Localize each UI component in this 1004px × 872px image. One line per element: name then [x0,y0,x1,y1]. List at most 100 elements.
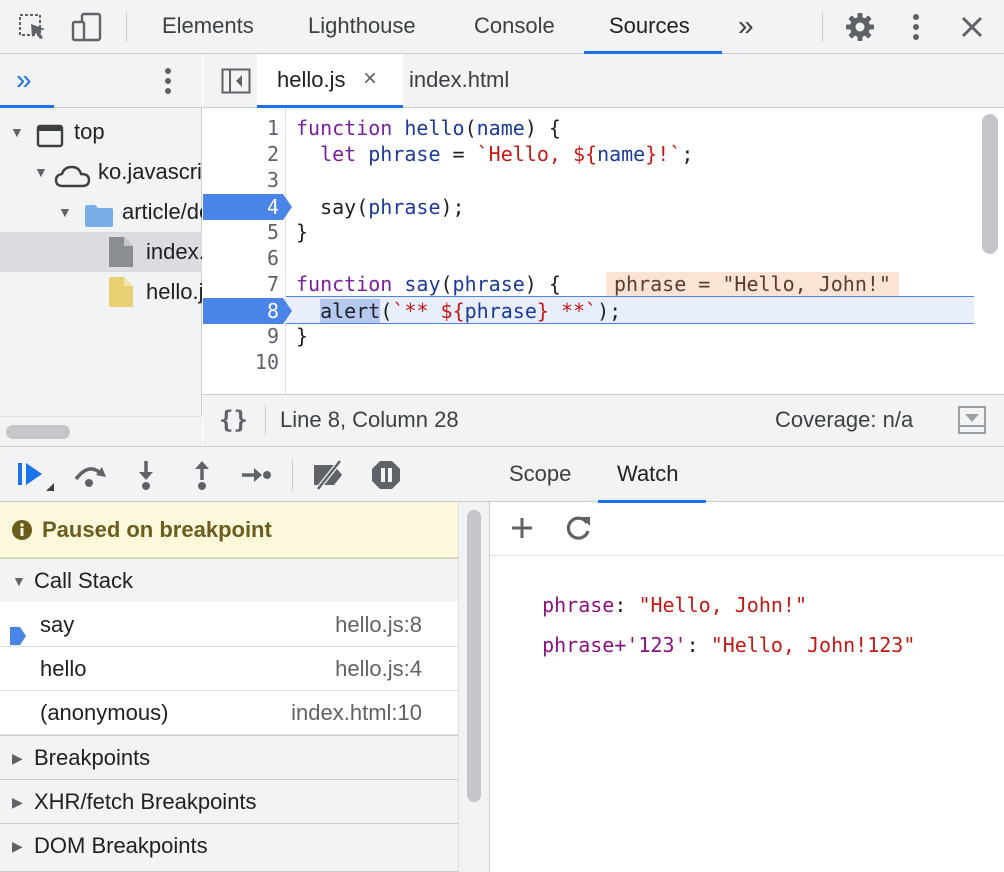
pause-on-exceptions-icon[interactable] [370,459,402,491]
watch-expression-row[interactable]: phrase: "Hello, John!" [518,566,807,617]
step-icon[interactable] [240,461,272,489]
coverage-toggle-icon[interactable] [957,405,987,435]
line-number[interactable]: 6 [203,245,279,271]
line-number[interactable]: 4 [203,194,279,220]
navigator-menu-icon[interactable] [158,65,178,97]
tree-item-label: index.html [146,239,202,264]
watch-expression-row[interactable]: phrase+'123': "Hello, John!123" [518,606,915,657]
call-frame-location: hello.js:4 [335,656,422,681]
tree-item-label: article/debugging-chrome [122,199,202,224]
code-line-4: say(phrase); [296,195,465,219]
close-icon[interactable] [958,13,986,41]
tree-item-label: ko.javascript.info [98,159,202,184]
watch-expression: phrase+'123' [542,633,687,657]
gutter-divider [285,108,286,394]
toggle-navigator-icon[interactable] [221,68,251,94]
refresh-icon[interactable] [564,514,592,542]
line-number[interactable]: 10 [203,349,279,375]
kebab-menu-icon[interactable] [906,11,926,43]
line-number[interactable]: 5 [203,219,279,245]
more-panels-icon[interactable]: » [16,66,32,94]
current-frame-arrow-icon [10,616,26,645]
call-frame-name: hello [40,656,87,681]
tab-watch[interactable]: Watch [598,447,706,503]
code-line-9: } [296,324,309,348]
inspect-element-icon[interactable] [18,12,48,42]
section-label: XHR/fetch Breakpoints [34,789,257,814]
editor-tab-index-html[interactable]: index.html [409,54,509,108]
tab-close-icon[interactable]: × [363,54,377,104]
tree-item-hello-js[interactable]: hello.js [0,272,202,312]
xhr-breakpoints-section-header[interactable]: ▶ XHR/fetch Breakpoints [0,779,458,823]
line-number[interactable]: 9 [203,323,279,349]
paused-message: Paused on breakpoint [42,517,272,542]
call-frame-say[interactable]: say hello.js:8 [0,603,458,647]
step-over-icon[interactable] [72,461,108,489]
dom-breakpoints-section-header[interactable]: ▶ DOM Breakpoints [0,823,458,872]
device-toolbar-icon[interactable] [70,10,104,44]
scope-watch-tabs: Scope Watch [490,446,1004,503]
navigator-header: » [0,54,202,108]
triangle-down-icon: ▼ [10,124,24,140]
watch-value: "Hello, John!123" [710,633,916,657]
editor-tab-label: index.html [409,67,510,92]
add-watch-icon[interactable] [510,516,534,540]
editor-tab-bar: hello.js × index.html [203,54,1004,108]
pretty-print-button[interactable]: {} [219,395,248,445]
section-label: DOM Breakpoints [34,833,208,858]
triangle-right-icon: ▶ [12,794,23,810]
tree-item-top[interactable]: ▼ top [0,112,202,152]
tree-item-index-html[interactable]: index.html [0,232,202,272]
call-frame-name: (anonymous) [40,700,169,725]
watch-toolbar [490,502,1004,556]
line-number[interactable]: 3 [203,167,279,193]
step-out-icon[interactable] [190,459,214,491]
tab-sources[interactable]: Sources [584,0,722,54]
tab-console[interactable]: Console [474,0,555,54]
deactivate-breakpoints-icon[interactable] [310,459,348,491]
call-stack-section-header[interactable]: ▼ Call Stack [0,558,458,602]
watch-separator: : [686,633,711,657]
tree-item-folder[interactable]: ▼ article/debugging-chrome [0,192,202,232]
call-frame-anonymous[interactable]: (anonymous) index.html:10 [0,691,458,735]
info-icon [12,520,32,540]
folder-icon [84,201,114,227]
file-js-icon [108,276,134,308]
tab-elements[interactable]: Elements [162,0,254,54]
file-html-icon [108,236,134,268]
navigator-scrollbar-thumb[interactable] [6,425,70,439]
gear-icon[interactable] [844,11,876,43]
editor-tab-hello-js[interactable]: hello.js × [257,54,403,108]
breakpoints-section-header[interactable]: ▶ Breakpoints [0,735,458,779]
call-frame-name: say [40,612,75,637]
tab-sources-label: Sources [609,13,690,38]
call-frame-location: index.html:10 [291,700,422,725]
step-into-icon[interactable] [134,459,158,491]
line-number[interactable]: 2 [203,141,279,167]
frame-icon [36,121,64,148]
devtools-toolbar: Elements Lighthouse Console Sources » [0,0,1004,54]
file-tree: ▼ top ▼ ko.javascript.info ▼ article/deb… [0,112,202,412]
navigator-scrollbar-track [0,416,202,446]
section-label: Breakpoints [34,745,151,770]
sidebar-scrollbar-thumb[interactable] [467,510,481,802]
tree-item-domain[interactable]: ▼ ko.javascript.info [0,152,202,192]
more-tabs-button[interactable]: » [738,0,754,54]
code-line-5: } [296,220,309,244]
cloud-icon [54,162,92,188]
call-frame-hello[interactable]: hello hello.js:4 [0,647,458,691]
code-line-7: function say(phrase) { [296,272,561,296]
call-frame-location: hello.js:8 [335,612,422,637]
line-number[interactable]: 8 [203,298,279,324]
tab-lighthouse[interactable]: Lighthouse [308,0,416,54]
debugger-toolbar [0,446,490,502]
navigator-active-indicator [0,105,54,108]
line-number[interactable]: 7 [203,271,279,297]
editor-scrollbar-thumb[interactable] [982,114,998,254]
resume-icon[interactable] [14,459,56,495]
line-number[interactable]: 1 [203,115,279,141]
tab-scope[interactable]: Scope [509,447,571,503]
cursor-position: Line 8, Column 28 [280,407,459,432]
triangle-down-icon: ▼ [34,164,48,180]
code-line-1: function hello(name) { [296,116,561,140]
